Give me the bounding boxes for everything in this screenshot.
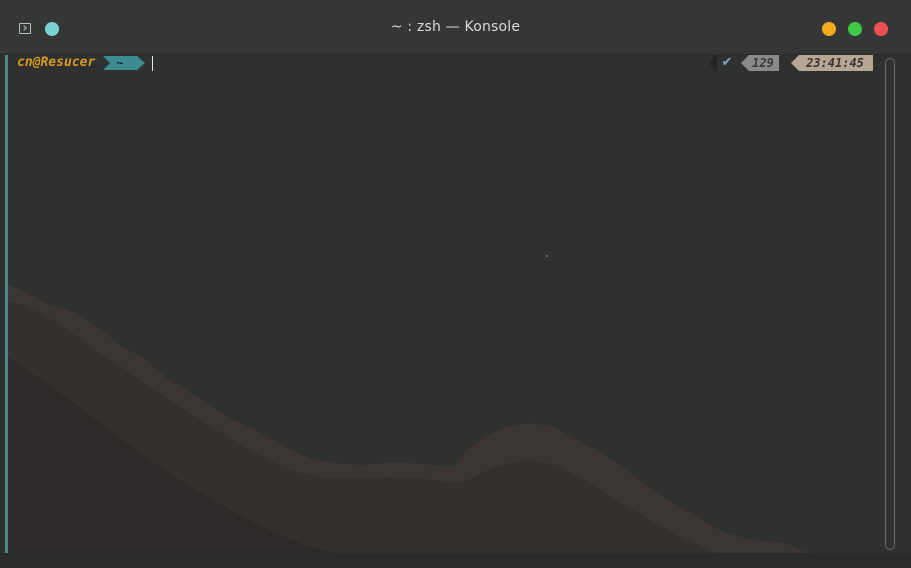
- text-cursor: [152, 56, 153, 71]
- prompt-user-host: cn@Resucer: [17, 55, 96, 70]
- scrollbar[interactable]: [885, 58, 895, 550]
- history-number: 129: [752, 56, 774, 70]
- konsole-window: ~ : zsh — Konsole cn@Resucer ~ ✔ 129 23:…: [0, 0, 911, 568]
- window-bottom-edge: [0, 553, 911, 568]
- maximize-button[interactable]: [848, 22, 862, 36]
- mountain-background: [5, 254, 853, 568]
- status-check-icon: ✔: [721, 55, 733, 70]
- right-prompt: ✔ 129 23:41:45: [705, 55, 873, 71]
- terminal-area[interactable]: cn@Resucer ~ ✔ 129 23:41:45: [5, 55, 911, 568]
- window-title: ~ : zsh — Konsole: [390, 19, 521, 35]
- prompt-directory-segment: ~: [103, 56, 145, 70]
- title-bar[interactable]: ~ : zsh — Konsole: [0, 0, 911, 55]
- terminal-accent-bar: [5, 55, 8, 555]
- prompt-time: 23:41:45: [806, 56, 864, 70]
- prompt-directory: ~: [116, 56, 124, 70]
- minimize-button[interactable]: [822, 22, 836, 36]
- close-button[interactable]: [874, 22, 888, 36]
